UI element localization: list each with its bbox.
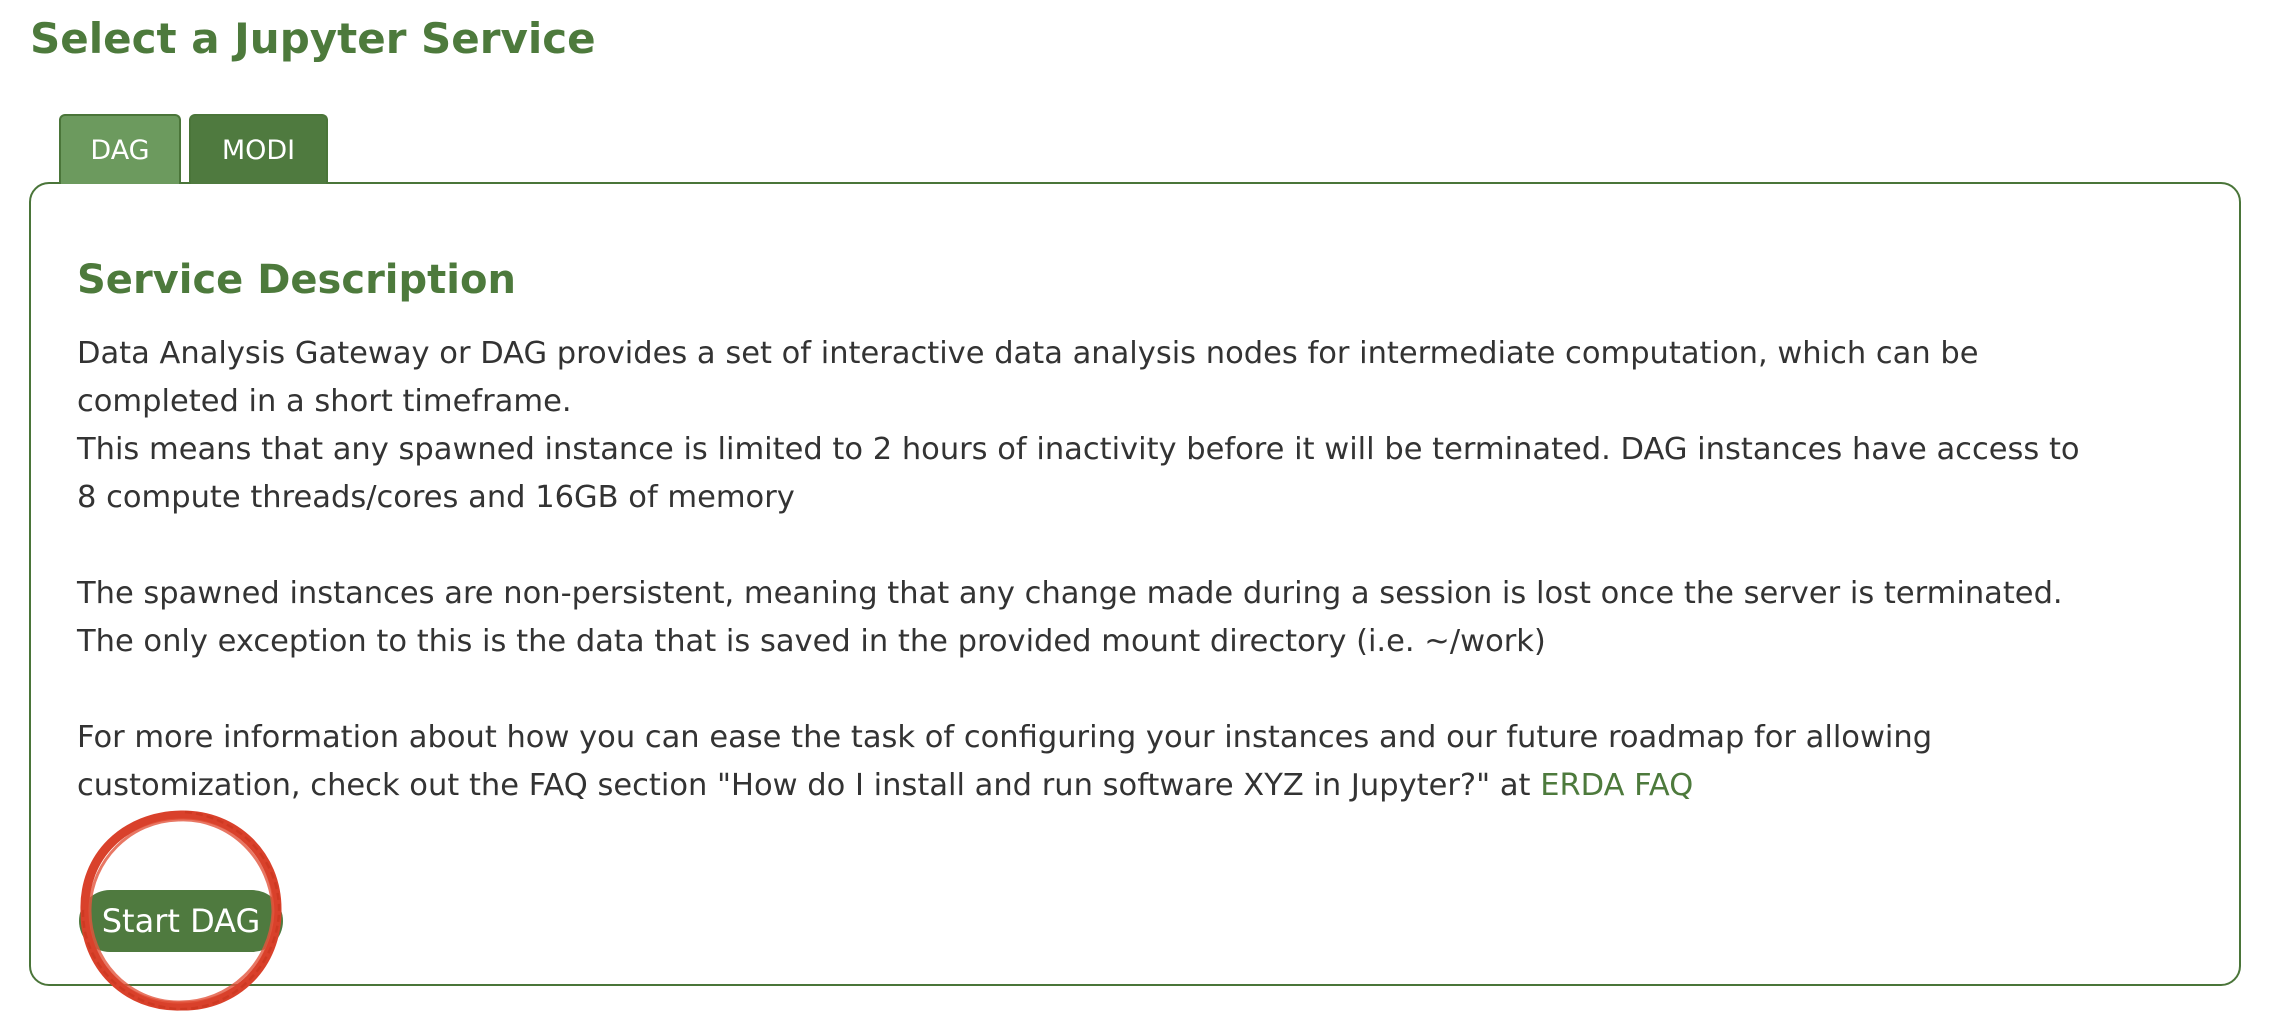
service-description-heading: Service Description [77,257,516,303]
tab-dag[interactable]: DAG [59,114,181,184]
tab-modi[interactable]: MODI [189,114,328,184]
description-line: completed in a short timeframe. [77,384,572,419]
description-line: 8 compute threads/cores and 16GB of memo… [77,480,795,515]
description-line-with-link: customization, check out the FAQ section… [77,762,2227,810]
service-panel: Service Description Data Analysis Gatewa… [29,182,2241,986]
description-line: The spawned instances are non-persistent… [77,576,2063,611]
start-dag-button[interactable]: Start DAG [79,890,283,952]
service-description: Data Analysis Gateway or DAG provides a … [77,330,2227,810]
description-line: For more information about how you can e… [77,720,1933,755]
description-text: customization, check out the FAQ section… [77,768,1541,803]
erda-faq-link[interactable]: ERDA FAQ [1540,768,1693,803]
service-tabs: DAG MODI [59,114,328,184]
page-title: Select a Jupyter Service [30,14,596,63]
description-line: The only exception to this is the data t… [77,624,1546,659]
description-line: This means that any spawned instance is … [77,432,2080,467]
description-line: Data Analysis Gateway or DAG provides a … [77,336,1979,371]
